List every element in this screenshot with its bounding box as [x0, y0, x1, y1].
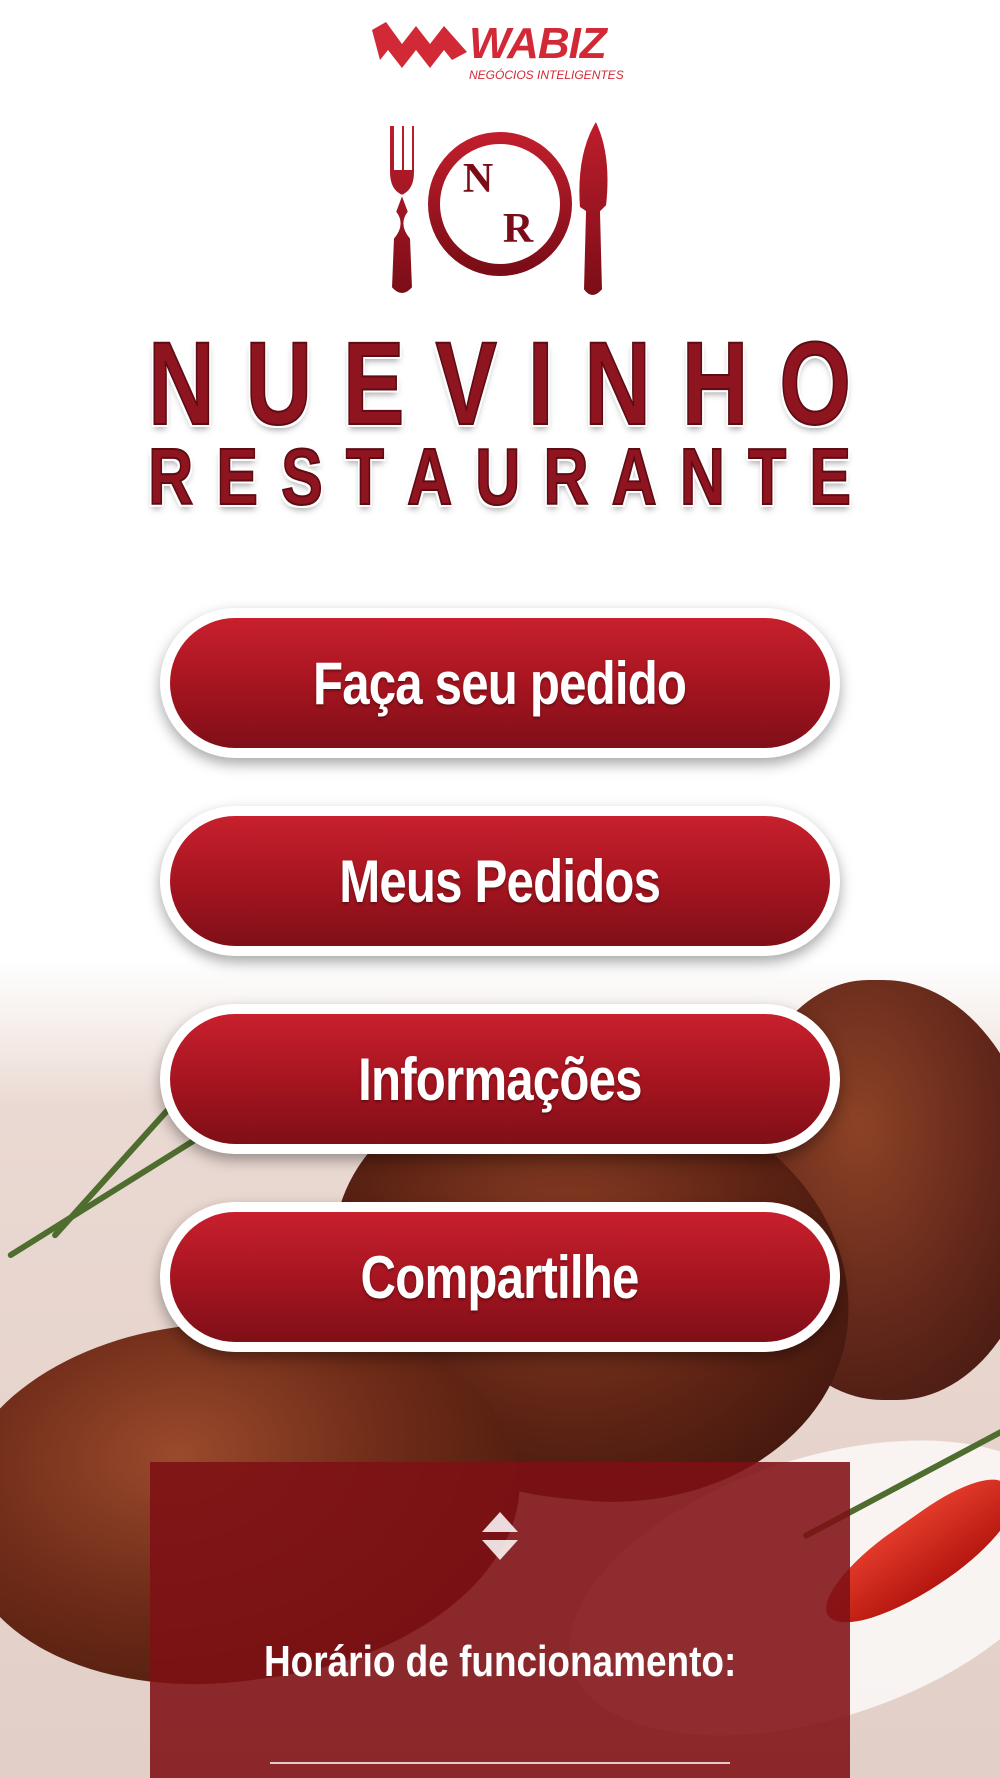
title-letter: R [543, 432, 590, 521]
brand-tagline: NEGÓCIOS INTELIGENTES [469, 68, 624, 82]
my-orders-button[interactable]: Meus Pedidos [160, 806, 840, 956]
emblem-letter-n: N [463, 156, 493, 202]
sort-updown-icon[interactable] [480, 1510, 520, 1562]
title-letter: N [584, 318, 652, 450]
restaurant-name-line2: RESTAURANTE [148, 432, 852, 521]
divider [270, 1762, 730, 1764]
title-letter: R [148, 432, 195, 521]
my-orders-label: Meus Pedidos [339, 847, 662, 915]
title-letter: H [682, 318, 750, 450]
title-letter: E [809, 432, 852, 521]
title-letter: A [407, 432, 454, 521]
share-label: Compartilhe [360, 1243, 640, 1311]
title-letter: T [748, 432, 788, 521]
place-order-label: Faça seu pedido [313, 649, 687, 717]
place-order-button[interactable]: Faça seu pedido [160, 608, 840, 758]
information-label: Informações [358, 1045, 642, 1113]
title-letter: S [281, 432, 324, 521]
title-letter: E [216, 432, 259, 521]
restaurant-name-line1: NUEVINHO [148, 318, 852, 450]
title-letter: O [779, 318, 852, 450]
title-letter: N [148, 318, 216, 450]
restaurant-emblem-icon: N R [386, 114, 612, 299]
information-button[interactable]: Informações [160, 1004, 840, 1154]
wabiz-logo: WABIZ NEGÓCIOS INTELIGENTES [372, 22, 628, 84]
title-letter: N [680, 432, 727, 521]
opening-hours-title: Horário de funcionamento: [263, 1637, 737, 1686]
title-letter: I [528, 318, 555, 450]
wabiz-mark-icon [372, 22, 467, 68]
title-letter: U [245, 318, 313, 450]
share-button[interactable]: Compartilhe [160, 1202, 840, 1352]
title-letter: U [475, 432, 522, 521]
emblem-letter-r: R [503, 206, 534, 252]
restaurant-name: NUEVINHO RESTAURANTE [148, 318, 852, 521]
opening-hours-panel: Horário de funcionamento: [150, 1462, 850, 1778]
title-letter: V [435, 318, 498, 450]
title-letter: E [343, 318, 406, 450]
title-letter: A [611, 432, 658, 521]
brand-name: WABIZ [469, 19, 607, 68]
title-letter: T [346, 432, 386, 521]
